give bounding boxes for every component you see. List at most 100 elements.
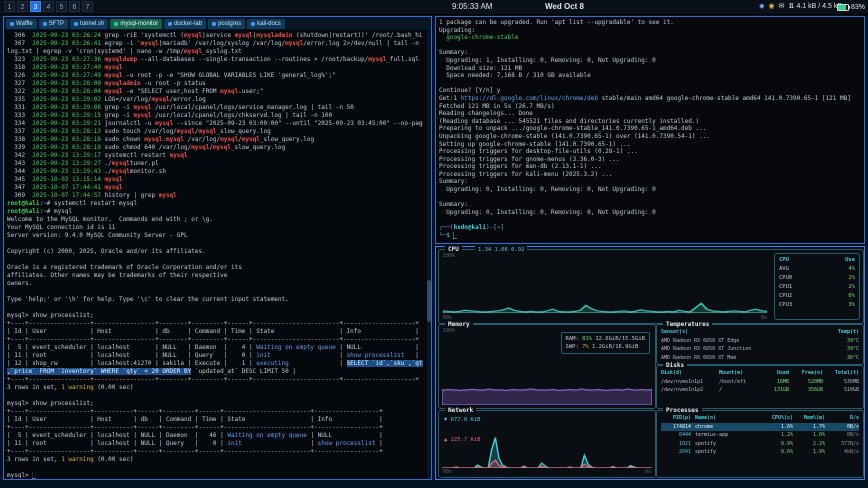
tab-label: docker-lab — [174, 21, 202, 27]
window-btop-monitor: CPU 1.34 1.06 0.92 100% 60s 0s CPUUseAVG… — [435, 246, 865, 480]
memory-panel: Memory 100% RAM: 81% 12.6GiB/15.5GiB SWP… — [438, 324, 656, 409]
terminal-line: google-chrome-stable — [439, 34, 861, 42]
terminal-line: Server version: 9.4.0 MySQL Community Se… — [7, 232, 423, 240]
scrollbar-thumb[interactable] — [427, 280, 431, 322]
ram-label: RAM: — [566, 336, 579, 342]
cpu-core-row: CPU26% — [779, 292, 855, 301]
terminal-line: 307 2025-09-23 03:26:41 egrep -i 'mysql|… — [7, 40, 423, 48]
terminal-line: └─$ █ — [439, 232, 861, 240]
chrome-icon[interactable]: ◉ — [769, 0, 775, 14]
terminal-line: | 5 | event_scheduler | localhost | NULL… — [7, 344, 423, 352]
workspace-button[interactable]: 5 — [56, 1, 67, 12]
tab-label: SFTP — [49, 21, 64, 27]
terminal-line: Your MySQL connection id is 11 — [7, 224, 423, 232]
terminal-tab[interactable]: docker-lab — [164, 19, 206, 29]
ram-usage: RAM: 81% 12.6GiB/15.5GiB — [566, 335, 645, 343]
terminal-line: 337 2025-09-23 03:28:13 sudo touch /var/… — [7, 128, 423, 136]
temp-row: AMD Radeon RX 6650 XT Junction39°C — [661, 345, 859, 354]
processes-panel: Processes PID(p)Name(n)CPU%(c)Mem%(m)R/s… — [656, 410, 864, 478]
terminal-line: | 11 | root | localhost | NULL | Query |… — [7, 352, 423, 360]
mail-icon[interactable]: ✉ — [779, 0, 785, 14]
network-axis-60s: 60s — [443, 469, 452, 475]
tab-icon — [43, 22, 47, 26]
terminal-line: ┌──(hxdn@kali)-[~] — [439, 224, 861, 232]
terminal-line: 343 2025-09-23 13:29:27 ./mysqltuner.pl — [7, 160, 423, 168]
disks-panel: Disks Disk(d)Mount(m)UsedFree(n)Total(t)… — [656, 365, 864, 409]
terminal-line: owners. — [7, 280, 423, 288]
terminal-line: 3 rows in set, 1 warning (0.00 sec) — [7, 384, 423, 392]
network-axis-0s: 0s — [645, 469, 651, 475]
terminal-line: Copyright (c) 2000, 2025, Oracle and/or … — [7, 248, 423, 256]
tab-label: Waffle — [16, 21, 33, 27]
process-row[interactable]: 6444termius-app1.2%1.0%0B/s — [661, 431, 859, 440]
battery-indicator: 83% — [837, 0, 865, 14]
tab-label: postgres — [218, 21, 241, 27]
workspace-button[interactable]: 3 — [30, 1, 41, 12]
terminal-line: Summary: — [439, 178, 861, 186]
memory-graph — [442, 355, 652, 405]
terminal-line: 323 2025-09-23 03:27:36 mysqldump --all-… — [7, 56, 423, 64]
terminal-line: | 5 | event_scheduler | localhost | NULL… — [7, 432, 423, 440]
terminal-tab[interactable]: kali-docs — [247, 19, 285, 29]
terminal-line: Continue? [Y/n] y — [439, 87, 861, 95]
tab-icon — [212, 22, 216, 26]
tab-label: mysql-monitor — [120, 21, 158, 27]
terminal-line: 327 2025-09-23 03:28:00 mysqladmin -u ro… — [7, 80, 423, 88]
terminal-line: 339 2025-09-23 03:28:19 sudo chmod 640 /… — [7, 144, 423, 152]
terminal-line: Space needed: 7,168 B / 310 GB available — [439, 72, 861, 80]
terminal-line: Processing triggers for man-db (2.13.1-1… — [439, 163, 861, 171]
terminal-line: | 12 | shop_rw | localhost:41270 | sakil… — [7, 360, 423, 368]
cpu-core-row: AVG4% — [779, 265, 855, 274]
cpu-axis-0s: 0s — [761, 315, 767, 321]
left-terminal-body[interactable]: 306 2025-09-23 03:26:24 grep -riE 'syste… — [4, 30, 426, 479]
cpu-core-row: CPU12% — [779, 283, 855, 292]
terminal-line: 3 rows in set, 1 warning (0.00 sec) — [7, 456, 423, 464]
terminal-tab[interactable]: SFTP — [39, 19, 68, 29]
workspace-button[interactable]: 4 — [43, 1, 54, 12]
left-terminal-scrollbar[interactable] — [427, 30, 431, 479]
terminal-line: Summary: — [439, 49, 861, 57]
workspace-button[interactable]: 6 — [69, 1, 80, 12]
terminal-line: 345 2025-10-03 13:15:14 mysql — [7, 176, 423, 184]
desktop: 1234567 9:05:33 AM Wed Oct 8 ◆◉✉♪ ⇅ 4.1 … — [0, 0, 868, 488]
disks-header: Disk(d)Mount(m)UsedFree(n)Total(t) — [661, 369, 859, 378]
temp-row: AMD Radeon RX 6650 XT Mem36°C — [661, 354, 859, 363]
workspace-button[interactable]: 2 — [17, 1, 28, 12]
terminal-line: 326 2025-09-23 03:27:49 mysql -u root -p… — [7, 72, 423, 80]
terminal-line: +----+-----------------+----------------… — [7, 376, 423, 384]
cpu-panel: CPU 1.34 1.06 0.92 100% 60s 0s CPUUseAVG… — [438, 249, 864, 324]
terminal-line — [7, 256, 423, 264]
terminal-line — [7, 288, 423, 296]
terminal-tab[interactable]: Waffle — [6, 19, 37, 29]
process-row[interactable]: 2041spotify0.6%1.9%4kB/s — [661, 448, 859, 457]
terminal-line: 335 2025-09-23 03:29:02 LOG=/var/log/mys… — [7, 96, 423, 104]
terminal-line — [7, 464, 423, 472]
process-row[interactable]: 1021spotify0.9%2.2%377B/s — [661, 440, 859, 449]
terminal-line: root@kali:~# systemctl restart mysql — [7, 200, 423, 208]
workspace-switcher: 1234567 — [4, 1, 93, 12]
net-throughput-label: 4.1 kB / 4.5 kB — [796, 0, 842, 14]
battery-label: 83% — [851, 4, 865, 11]
swap-usage: SWP: 7% 1.2GiB/16.9GiB — [566, 343, 645, 351]
temperatures-panel: Temperatures Sensor(s)Temp(t)AMD Radeon … — [656, 324, 864, 365]
net-arrows-icon: ⇅ — [789, 0, 795, 14]
process-row[interactable]: 174814chrome1.6%1.7%0B/s — [661, 423, 859, 432]
ram-percent: 81% — [582, 336, 592, 342]
terminal-tab[interactable]: tunnel.sh — [70, 19, 108, 29]
terminal-tab[interactable]: mysql-monitor — [110, 19, 162, 29]
terminal-tab[interactable]: postgres — [208, 19, 245, 29]
workspace-button[interactable]: 1 — [4, 1, 15, 12]
memory-graph-area — [442, 355, 652, 405]
terminal-line — [439, 42, 861, 50]
ram-value: 12.6GiB/15.5GiB — [595, 336, 645, 342]
vpn-icon[interactable]: ◆ — [759, 0, 764, 14]
terminal-line: 334 2025-09-23 03:29:21 journalctl -u my… — [7, 120, 423, 128]
terminal-line: root@kali:~# mysql — [7, 208, 423, 216]
terminal-line: affiliates. Other names may be trademark… — [7, 272, 423, 280]
terminal-line: Processing triggers for gnome-menus (3.3… — [439, 156, 861, 164]
apt-terminal-body[interactable]: 1 package can be upgraded. Run 'apt list… — [436, 17, 864, 243]
terminal-line — [7, 392, 423, 400]
workspace-button[interactable]: 7 — [82, 1, 93, 12]
terminal-line: 322 2025-09-23 03:28:04 mysql -e "SELECT… — [7, 88, 423, 96]
terminal-line: +----+-----------------+----------------… — [7, 336, 423, 344]
